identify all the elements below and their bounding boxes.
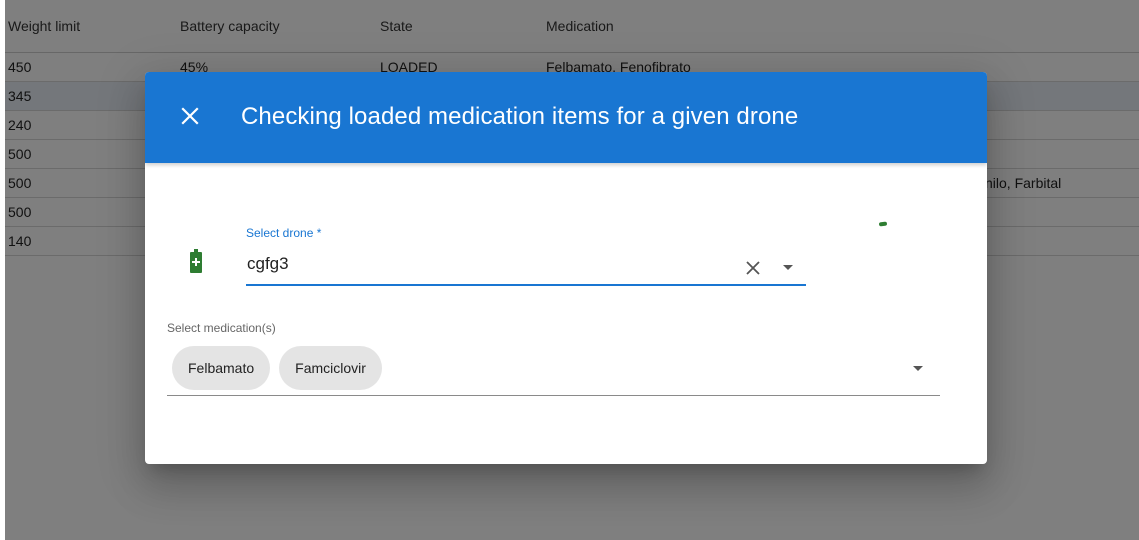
clear-icon[interactable]	[743, 258, 763, 278]
drone-select-underline	[246, 284, 806, 286]
medication-select-label: Select medication(s)	[167, 321, 276, 335]
drone-select-value[interactable]: cgfg3	[247, 254, 289, 274]
dialog-title: Checking loaded medication items for a g…	[241, 103, 799, 130]
close-button[interactable]	[175, 101, 205, 131]
drone-select-label: Select drone *	[246, 226, 322, 240]
medication-select-underline	[167, 395, 940, 396]
medication-chips: Felbamato Famciclovir	[172, 346, 382, 390]
medication-select[interactable]: Select medication(s) Felbamato Famciclov…	[167, 318, 940, 396]
drone-select[interactable]: Select drone * cgfg3	[246, 224, 806, 286]
chevron-down-icon[interactable]	[783, 265, 793, 270]
decorative-mark	[878, 221, 888, 227]
medication-check-dialog: Checking loaded medication items for a g…	[145, 72, 987, 464]
dialog-header: Checking loaded medication items for a g…	[145, 72, 987, 163]
close-icon[interactable]	[181, 107, 199, 125]
battery-plus-icon	[190, 249, 202, 273]
medication-chip[interactable]: Felbamato	[172, 346, 271, 390]
chevron-down-icon[interactable]	[913, 366, 923, 371]
medication-chip[interactable]: Famciclovir	[279, 346, 382, 390]
